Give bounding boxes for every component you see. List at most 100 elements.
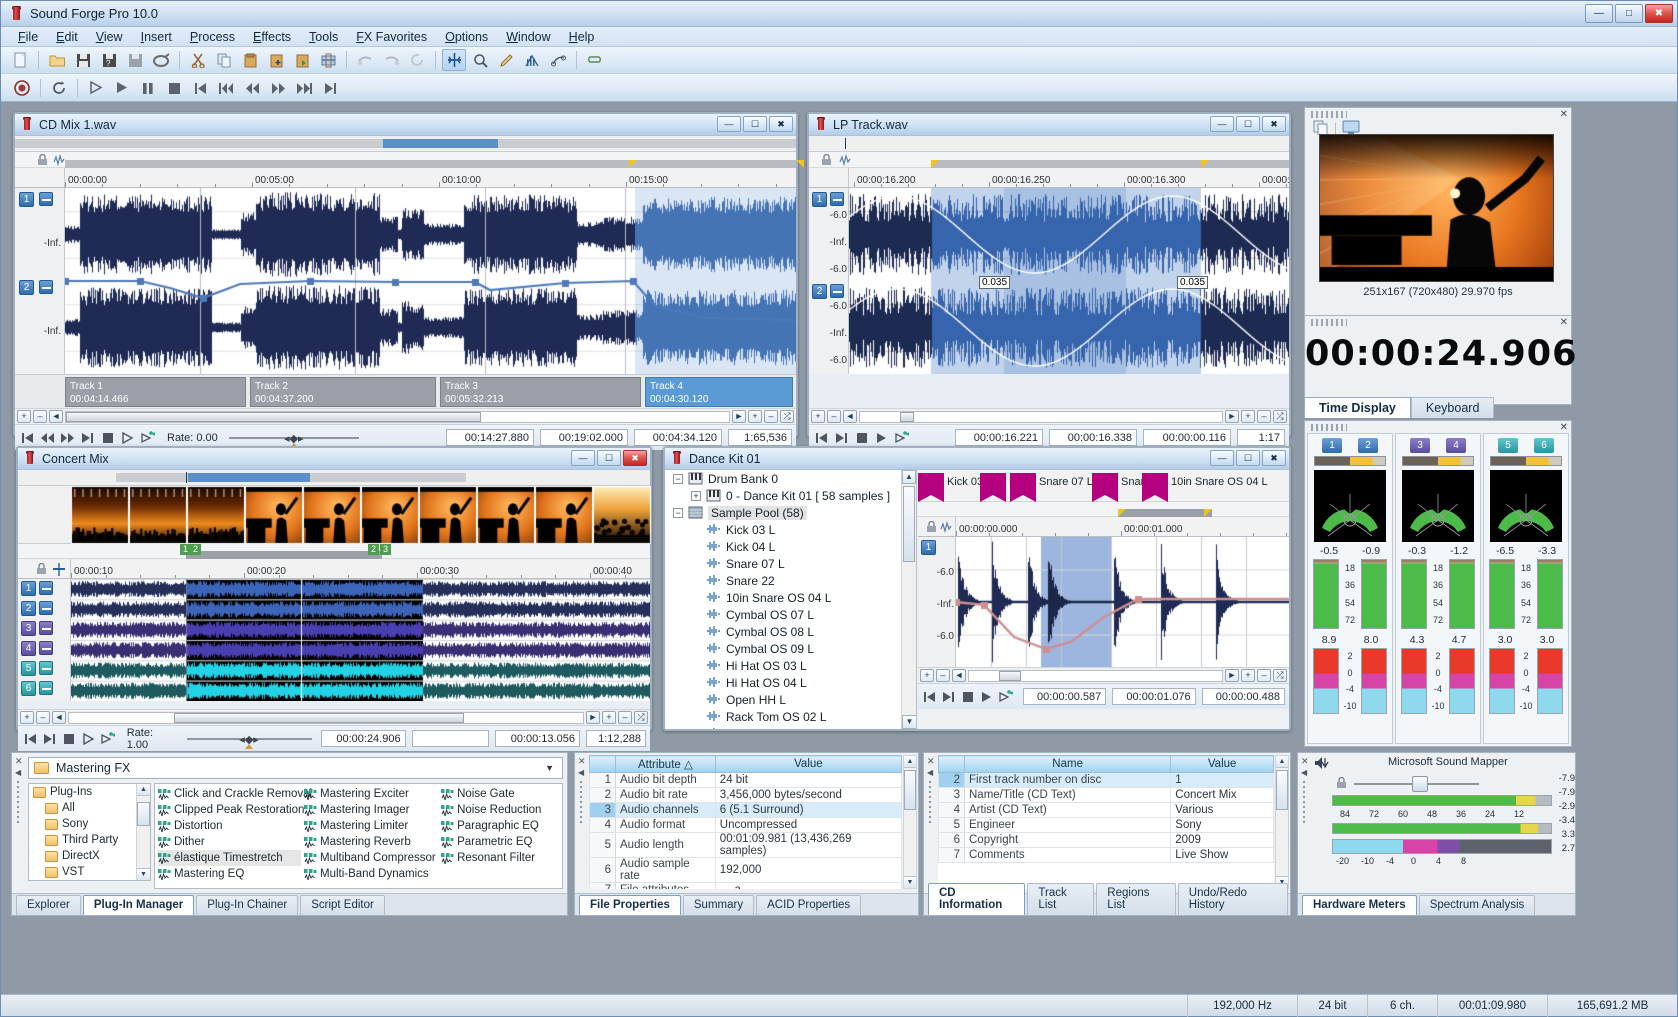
zoom-ratio-cd-mix[interactable]: 1:65,536 <box>728 429 792 446</box>
scroll-left-button-cd-mix[interactable]: ◄ <box>49 410 63 423</box>
vzoom-out-button-cd-mix[interactable]: – <box>764 410 778 423</box>
menu-item-tools[interactable]: Tools <box>300 28 347 46</box>
tree-item[interactable]: Snare 07 L <box>665 555 916 572</box>
window-cd-mix[interactable]: CD Mix 1.wav — ☐ ✖ <box>13 112 798 437</box>
save-icon[interactable] <box>71 49 95 71</box>
region-marker-strip[interactable]: Kick 03KiSnare 07 LSnare10in Snare OS 04… <box>918 470 1289 502</box>
drag-dots[interactable] <box>580 781 582 825</box>
close-icon-video-dock[interactable]: ✕ <box>1560 109 1568 120</box>
tab-plug-in-chainer[interactable]: Plug-In Chainer <box>196 895 298 915</box>
file-properties-table[interactable]: Attribute △Value1Audio bit depth24 bit2A… <box>589 755 902 889</box>
redo-icon[interactable] <box>379 49 403 71</box>
go-to-start-icon[interactable] <box>188 77 212 99</box>
volume-slider[interactable] <box>1354 777 1479 791</box>
waveform-tool-icon-dance[interactable] <box>940 521 953 536</box>
column-header-name[interactable]: Name <box>965 756 1171 773</box>
new-file-icon[interactable] <box>8 49 32 71</box>
window-dance-kit[interactable]: Dance Kit 01 — ☐ ✖ −Drum Bank 0+0 - Danc… <box>663 446 1291 731</box>
tree-item[interactable]: Hi Hat OS 04 L <box>665 674 916 691</box>
tree-item[interactable]: Kick 04 L <box>665 538 916 555</box>
row-value[interactable]: Concert Mix <box>1171 788 1274 803</box>
table-row[interactable]: 2First track number on disc1 <box>939 773 1274 788</box>
selection-end-marker-dance[interactable] <box>1204 509 1212 517</box>
selection-end-dance[interactable]: 00:00:01.076 <box>1112 688 1195 705</box>
fx-folder-item[interactable]: Third Party <box>29 832 150 848</box>
region-marker-tag[interactable] <box>1092 473 1118 495</box>
vzoom-in-button-cd-mix[interactable]: + <box>748 410 762 423</box>
fx-tree-scrollbar[interactable]: ▲▼ <box>136 784 150 880</box>
marker-flag[interactable]: 3 <box>380 544 391 555</box>
play-icon-lp[interactable] <box>873 429 890 446</box>
tab-time-display[interactable]: Time Display <box>1304 397 1411 418</box>
waveform-concert[interactable]: 1 2 3 4 5 6 <box>18 579 650 701</box>
panel-grip[interactable] <box>1311 111 1347 118</box>
overview-bar-concert[interactable] <box>18 470 650 486</box>
selection-strip-dance[interactable] <box>918 502 1289 517</box>
go-to-start-icon-cd-mix[interactable] <box>19 429 36 446</box>
tab-summary[interactable]: Summary <box>683 895 754 915</box>
rate-slider-cd-mix[interactable]: ◂◆▸ <box>229 431 359 445</box>
stop-icon[interactable] <box>162 77 186 99</box>
go-to-start-icon-concert[interactable] <box>22 730 38 747</box>
column-header-attribute[interactable]: Attribute △ <box>616 756 716 773</box>
window-titlebar-dance-kit[interactable]: Dance Kit 01 — ☐ ✖ <box>665 448 1289 470</box>
window-titlebar-cd-mix[interactable]: CD Mix 1.wav — ☐ ✖ <box>15 114 796 136</box>
channel-badge-c1[interactable]: 1 <box>21 581 36 596</box>
rewind-icon[interactable] <box>214 77 238 99</box>
minimize-button-cd-mix[interactable]: — <box>717 116 741 132</box>
menu-item-effects[interactable]: Effects <box>244 28 300 46</box>
go-to-start-icon-dance[interactable] <box>922 688 938 705</box>
channel-mute-c1[interactable] <box>39 581 53 595</box>
scroll-left-button-dance[interactable]: ◄ <box>952 669 966 682</box>
cursor-time-concert[interactable]: 00:00:24.906 <box>321 730 406 747</box>
tree-item[interactable]: Kick 03 L <box>665 521 916 538</box>
tree-item[interactable]: Cymbal OS 09 L <box>665 640 916 657</box>
table-row[interactable]: 4Artist (CD Text)Various <box>939 803 1274 818</box>
fx-plugin-item[interactable]: Clipped Peak Restoration <box>158 802 301 818</box>
fx-folder-combo[interactable]: Mastering FX ▼ <box>28 757 563 779</box>
zoom-fit-button-lp[interactable]: ⤮ <box>1273 410 1287 423</box>
menu-item-fx-favorites[interactable]: FX Favorites <box>347 28 436 46</box>
close-button[interactable]: ✖ <box>1645 4 1673 23</box>
meter-channel-badge[interactable]: 3 <box>1410 438 1430 453</box>
marker-strip-lp-track[interactable] <box>809 152 1289 168</box>
stop-icon-concert[interactable] <box>61 730 77 747</box>
scroll-left-button-concert[interactable]: ◄ <box>52 711 66 724</box>
window-titlebar-concert-mix[interactable]: Concert Mix — ☐ ✖ <box>18 448 650 470</box>
restore-button-dance[interactable]: ☐ <box>1236 450 1260 466</box>
zoom-out-button-lp[interactable]: – <box>827 410 841 423</box>
go-to-end-icon-concert[interactable] <box>41 730 57 747</box>
channel-mute-c4[interactable] <box>39 641 53 655</box>
tree-item[interactable]: −Drum Bank 0 <box>665 470 916 487</box>
tab-spectrum-analysis[interactable]: Spectrum Analysis <box>1419 895 1536 915</box>
time-ruler-dance[interactable]: 00:00:00.00000:00:01.000 <box>918 517 1289 537</box>
save-all-icon[interactable] <box>123 49 147 71</box>
column-header-value[interactable]: Value <box>1171 756 1274 773</box>
play-loop-icon-cd-mix[interactable] <box>139 429 156 446</box>
restore-button-concert[interactable]: ☐ <box>597 450 621 466</box>
channel-badge-c6[interactable]: 6 <box>21 681 36 696</box>
tab-track-list[interactable]: Track List <box>1027 883 1094 915</box>
row-value[interactable]: Live Show <box>1171 848 1274 863</box>
selection-end-marker[interactable] <box>796 160 804 168</box>
fx-plugin-item[interactable]: Dither <box>158 834 301 850</box>
channel-badge-c5[interactable]: 5 <box>21 661 36 676</box>
waveform-dance-kit[interactable]: 1 -6.0 -Inf. -6.0 <box>918 537 1289 667</box>
meter-channel-badge[interactable]: 5 <box>1498 438 1518 453</box>
rate-slider-concert[interactable]: ◂◆▸ <box>187 732 312 746</box>
waveform-lp-track[interactable]: 1 2 -6.0 -Inf. -6.0 -6.0 -Inf. -6.0 0.03… <box>809 188 1289 374</box>
channel-mute-c3[interactable] <box>39 621 53 635</box>
marker-strip-concert[interactable]: 1223 <box>18 544 650 559</box>
zoom-fit-button-dance[interactable]: ⤮ <box>1273 669 1287 682</box>
selection-length-concert[interactable]: 00:00:13.056 <box>495 730 580 747</box>
drag-dots[interactable] <box>17 781 19 825</box>
window-lp-track[interactable]: LP Track.wav — ☐ ✖ <box>807 112 1291 437</box>
close-icon-hwmeters-dock[interactable]: ✕ <box>1301 756 1309 767</box>
stop-icon-cd-mix[interactable] <box>99 429 116 446</box>
tab-explorer[interactable]: Explorer <box>16 895 81 915</box>
track-region[interactable]: Track 300:05:32.213 <box>440 377 641 407</box>
dance-kit-waveform-panel[interactable]: Kick 03KiSnare 07 LSnare10in Snare OS 04… <box>918 470 1289 729</box>
table-row[interactable]: 6Audio sample rate192,000 <box>590 858 902 883</box>
go-to-start-icon-lp[interactable] <box>813 429 830 446</box>
paste-icon[interactable] <box>238 49 262 71</box>
